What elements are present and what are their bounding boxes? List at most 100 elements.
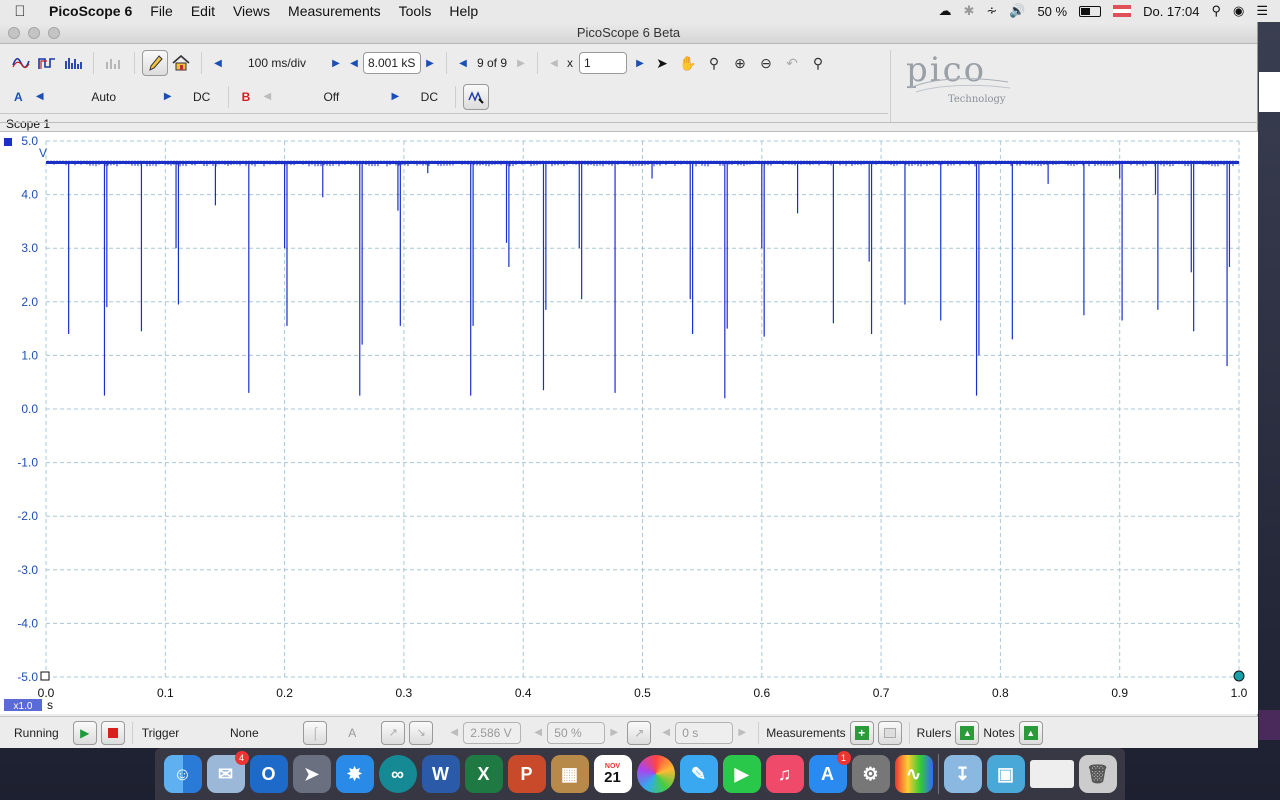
wifi-icon[interactable]: ∻ [986, 3, 997, 19]
notebook-icon[interactable]: ▦ [550, 755, 589, 793]
siri-icon[interactable]: ◉ [1233, 3, 1244, 19]
zoom-window-button[interactable] [48, 27, 60, 39]
music-icon[interactable]: ♫ [765, 755, 804, 793]
box-folder-icon[interactable]: ▣ [986, 755, 1025, 793]
powerpoint-icon[interactable]: P [507, 755, 546, 793]
mail-stamp-icon[interactable]: ✉ 4 [206, 751, 249, 793]
trigger-marker-icon[interactable] [1233, 670, 1245, 682]
falling-edge-button[interactable]: ↘ [409, 720, 434, 745]
scope-plot[interactable]: 5.0 4.0 3.0 2.0 1.0 0.0 -1.0 -2.0 -3.0 -4.0 -5.0 0… [0, 132, 1258, 715]
samples-field[interactable]: 8.001 kS [363, 52, 421, 74]
zoom-region-icon[interactable]: ⚲ [701, 50, 727, 76]
messages-icon[interactable]: ✎ [679, 755, 718, 793]
persistence-mode-icon[interactable] [34, 50, 60, 76]
samples-decrease-icon[interactable]: ◀ [345, 58, 363, 69]
notification-center-icon[interactable]: ☰ [1256, 3, 1268, 19]
notes-button[interactable]: ▲ [1018, 720, 1043, 745]
word-icon[interactable]: W [421, 755, 460, 793]
pointer-tool-icon[interactable]: ➤ [649, 50, 675, 76]
menu-edit[interactable]: Edit [182, 3, 224, 19]
hand-tool-icon[interactable]: ✋ [675, 50, 701, 76]
window-thumbnail-icon[interactable] [1029, 760, 1074, 788]
samples-increase-icon[interactable]: ▶ [421, 58, 439, 69]
launchpad-icon[interactable]: ➤ [292, 755, 331, 793]
stop-button[interactable] [100, 720, 125, 745]
volume-icon[interactable]: 🔊 [1009, 3, 1025, 19]
add-measurement-button[interactable]: + [849, 720, 874, 745]
zoom-in-icon[interactable]: ⊕ [727, 50, 753, 76]
zoom-factor-increase-icon[interactable]: ▶ [631, 58, 649, 69]
menu-views[interactable]: Views [224, 3, 279, 19]
spotlight-search-icon[interactable]: ⚲ [1211, 3, 1221, 19]
undo-zoom-icon[interactable]: ↶ [779, 50, 805, 76]
channel-a-range-decrease-icon[interactable]: ◀ [31, 91, 49, 102]
arduino-icon[interactable]: ∞ [378, 755, 417, 793]
zoom-factor-decrease-icon[interactable]: ◀ [545, 58, 563, 69]
channel-b-coupling[interactable]: DC [410, 90, 448, 104]
home-icon[interactable] [168, 50, 194, 76]
scope-tab[interactable]: Scope 1 [6, 117, 50, 131]
channel-a-range[interactable]: Auto [49, 90, 159, 104]
apple-menu-icon[interactable]:  [0, 3, 40, 20]
channel-options-icon[interactable] [463, 83, 490, 110]
trash-icon[interactable]: 🗑 [1078, 755, 1117, 793]
excel-icon[interactable]: X [464, 755, 503, 793]
menu-measurements[interactable]: Measurements [279, 3, 390, 19]
timebase-decrease-icon[interactable]: ◀ [209, 58, 227, 69]
channel-b-range-increase-icon[interactable]: ▶ [386, 91, 404, 102]
battery-icon[interactable] [1079, 5, 1102, 17]
picoscope-icon[interactable]: ∿ [894, 755, 933, 793]
serial-decode-icon[interactable] [101, 50, 127, 76]
system-preferences-icon[interactable]: ⚙ [851, 755, 890, 793]
start-button[interactable]: ▶ [72, 720, 97, 745]
safari-icon[interactable]: ✸ [335, 755, 374, 793]
buffer-next-icon[interactable]: ▶ [512, 58, 530, 69]
delay-decrease-icon[interactable]: ◀ [657, 727, 675, 738]
facetime-icon[interactable]: ▶ [722, 755, 761, 793]
scope-mode-icon[interactable] [8, 50, 34, 76]
axis-offset-handle-icon[interactable] [40, 671, 50, 681]
menu-file[interactable]: File [141, 3, 182, 19]
trigger-channel[interactable]: A [327, 726, 377, 740]
trigger-mode[interactable]: None [189, 726, 299, 740]
pretrigger-field[interactable]: 50 % [547, 721, 606, 744]
timebase-value[interactable]: 100 ms/div [227, 56, 327, 70]
battery-percent[interactable]: 50 % [1037, 4, 1067, 19]
channel-a-coupling[interactable]: DC [183, 90, 221, 104]
channel-a-range-increase-icon[interactable]: ▶ [159, 91, 177, 102]
advanced-trigger-button[interactable]: ⌠ [303, 720, 328, 745]
spectrum-mode-icon[interactable] [60, 50, 86, 76]
calendar-icon[interactable]: NOV 21 [593, 755, 632, 793]
post-trigger-delay-button[interactable]: ↗ [627, 720, 652, 745]
input-source-flag-icon[interactable] [1113, 5, 1132, 17]
channel-a-axis-marker-icon[interactable] [4, 138, 12, 146]
app-store-icon[interactable]: A1 [808, 751, 851, 793]
rising-edge-button[interactable]: ↗ [381, 720, 406, 745]
zoom-to-fit-icon[interactable]: ⚲ [805, 50, 831, 76]
minimize-window-button[interactable] [28, 27, 40, 39]
edit-measurement-button[interactable] [877, 720, 902, 745]
zoom-factor-field[interactable]: 1 [579, 52, 627, 74]
threshold-field[interactable]: 2.586 V [463, 721, 522, 744]
pretrigger-increase-icon[interactable]: ▶ [605, 727, 623, 738]
delay-field[interactable]: 0 s [675, 721, 734, 744]
clock[interactable]: Do. 17:04 [1143, 4, 1199, 19]
rulers-button[interactable]: ▲ [955, 720, 980, 745]
timebase-increase-icon[interactable]: ▶ [327, 58, 345, 69]
cloud-icon[interactable]: ☁ [938, 3, 951, 19]
buffer-previous-icon[interactable]: ◀ [454, 58, 472, 69]
menu-tools[interactable]: Tools [390, 3, 441, 19]
pretrigger-decrease-icon[interactable]: ◀ [529, 727, 547, 738]
menu-help[interactable]: Help [440, 3, 487, 19]
zoom-out-icon[interactable]: ⊖ [753, 50, 779, 76]
threshold-decrease-icon[interactable]: ◀ [445, 727, 463, 738]
delay-increase-icon[interactable]: ▶ [733, 727, 751, 738]
photos-icon[interactable] [636, 755, 675, 793]
window-titlebar[interactable]: PicoScope 6 Beta [0, 22, 1257, 44]
bluetooth-icon[interactable]: ✱ [963, 3, 974, 19]
downloads-folder-icon[interactable]: ↧ [943, 755, 982, 793]
channel-b-range[interactable]: Off [276, 90, 386, 104]
outlook-icon[interactable]: O [249, 755, 288, 793]
channel-b-range-decrease-icon[interactable]: ◀ [258, 91, 276, 102]
menu-app-name[interactable]: PicoScope 6 [40, 3, 141, 19]
